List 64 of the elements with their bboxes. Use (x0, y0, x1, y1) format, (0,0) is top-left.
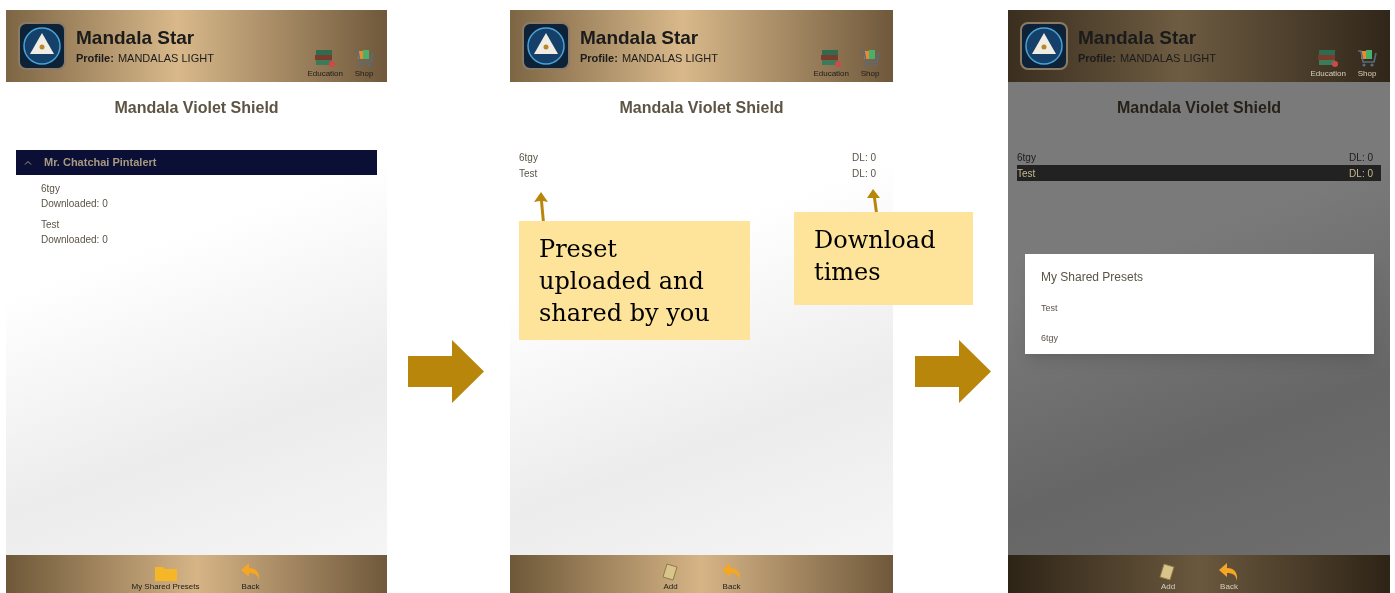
preset-name: Test (1017, 166, 1036, 181)
bottom-bar-button[interactable]: Add (660, 555, 681, 593)
profile-label: Profile: (1078, 50, 1116, 66)
app-name: Mandala Star (580, 25, 700, 50)
scroll-icon (1158, 562, 1178, 582)
app-logo-icon (522, 22, 570, 70)
header-nav-button[interactable]: Education (813, 48, 849, 80)
app-name: Mandala Star (76, 25, 196, 50)
preset-name: 6tgy (1017, 150, 1036, 165)
header-nav-button[interactable]: Education (307, 48, 343, 80)
profile-name: MANDALAS LIGHT (1119, 50, 1216, 66)
dialog-list-item[interactable]: Test (1041, 302, 1358, 316)
download-count: DL: 0 (1349, 150, 1373, 165)
app-logo-icon (18, 22, 66, 70)
profile-name: MANDALAS LIGHT (621, 50, 718, 66)
header-nav-button[interactable]: Education (1310, 48, 1346, 80)
group-header[interactable]: Mr. Chatchai Pintalert (16, 150, 377, 175)
chevron-icon (24, 160, 32, 165)
screen-title: Mandala Violet Shield (113, 98, 280, 118)
preset-name: Test (41, 218, 61, 232)
callout-note: Download times (794, 212, 973, 305)
profile-name: MANDALAS LIGHT (117, 50, 214, 66)
bottom-bar-button[interactable]: Back (1218, 555, 1240, 593)
pointer-arrow (533, 192, 549, 223)
books-icon (1317, 48, 1340, 68)
app-logo-icon (1020, 22, 1068, 70)
download-count: Downloaded: 0 (41, 233, 109, 247)
dialog-list-item[interactable]: 6tgy (1041, 331, 1358, 345)
back-arrow-icon (720, 562, 743, 582)
preset-row[interactable]: 6tgy DL: 0 (519, 149, 884, 165)
cart-icon (859, 48, 881, 68)
preset-name: 6tgy (519, 150, 538, 165)
bottom-bar-button[interactable]: Back (720, 555, 743, 593)
callout-note: Preset uploaded and shared by you (519, 221, 750, 340)
scroll-icon (660, 562, 681, 582)
back-arrow-icon (1218, 562, 1240, 582)
bottom-bar-button[interactable]: Add (1158, 555, 1178, 593)
preset-name: Test (519, 166, 538, 181)
app-name: Mandala Star (1078, 25, 1198, 50)
back-arrow-icon (239, 562, 262, 582)
right-arrow-icon (915, 340, 991, 403)
preset-row[interactable]: Test DL: 0 (1017, 165, 1381, 181)
screen-title: Mandala Violet Shield (618, 98, 785, 118)
dialog-title: My Shared Presets (1041, 269, 1145, 286)
download-count: DL: 0 (1349, 166, 1373, 181)
screen-title: Mandala Violet Shield (1115, 98, 1283, 118)
books-icon (820, 48, 843, 68)
bottom-bar-button[interactable]: Back (239, 555, 262, 593)
download-count: Downloaded: 0 (41, 197, 109, 211)
header-nav-button[interactable]: Shop (1356, 48, 1378, 80)
profile-label: Profile: (76, 50, 114, 66)
profile-label: Profile: (580, 50, 618, 66)
pointer-arrow (866, 189, 882, 213)
folder-icon (153, 564, 178, 582)
preset-row[interactable]: 6tgy DL: 0 (1017, 149, 1381, 165)
download-count: DL: 0 (852, 166, 876, 181)
right-arrow-icon (408, 340, 484, 403)
books-icon (314, 48, 337, 68)
preset-name: 6tgy (41, 182, 61, 196)
cart-icon (1356, 48, 1378, 68)
bottom-bar-button[interactable]: My Shared Presets (131, 555, 200, 593)
preset-row[interactable]: Test DL: 0 (519, 165, 884, 181)
cart-icon (353, 48, 375, 68)
download-count: DL: 0 (852, 150, 876, 165)
